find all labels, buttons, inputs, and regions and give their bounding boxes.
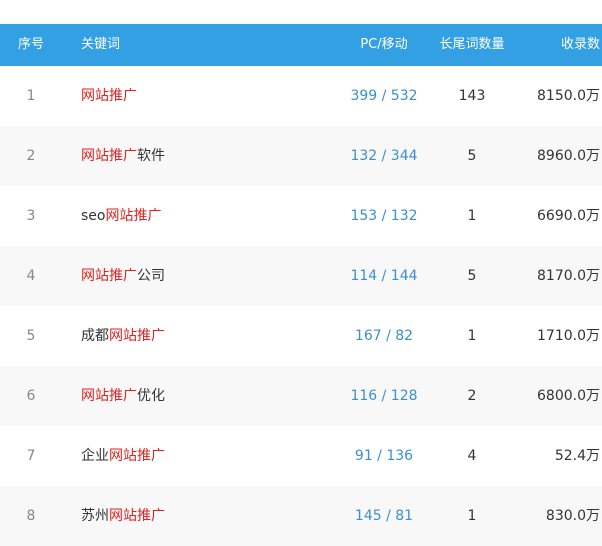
keyword-link[interactable]: 网站推广公司 — [81, 246, 331, 306]
table-row: 7 企业网站推广 91 / 136 4 52.4万 — [0, 426, 602, 486]
keyword-highlight: 网站推广 — [81, 268, 137, 284]
keyword-link[interactable]: 企业网站推广 — [81, 426, 331, 486]
pc-mobile-link[interactable]: 116 / 128 — [338, 366, 430, 426]
keyword-highlight: 网站推广 — [105, 208, 162, 224]
longtail-count: 2 — [467, 388, 477, 404]
table-row: 6 网站推广优化 116 / 128 2 6800.0万 — [0, 366, 602, 426]
longtail-count: 4 — [467, 448, 477, 464]
pc-mobile-link[interactable]: 132 / 344 — [338, 126, 430, 186]
row-index: 2 — [26, 148, 36, 164]
header-keyword: 关键词 — [81, 37, 121, 52]
indexed-count: 830.0万 — [545, 508, 600, 524]
keyword-prefix: 企业 — [81, 448, 109, 464]
keyword-suffix: 优化 — [137, 388, 165, 404]
indexed-count: 8960.0万 — [537, 148, 600, 164]
row-index: 4 — [26, 268, 36, 284]
row-index: 1 — [26, 88, 36, 104]
indexed-count: 8170.0万 — [537, 268, 600, 284]
header-indexed-count: 收录数 — [560, 37, 600, 52]
longtail-count: 1 — [467, 208, 477, 224]
table-row: 4 网站推广公司 114 / 144 5 8170.0万 — [0, 246, 602, 306]
table-header: 序号 关键词 PC/移动 长尾词数量 收录数 — [0, 24, 602, 66]
indexed-count: 52.4万 — [554, 448, 600, 464]
pc-mobile-link[interactable]: 114 / 144 — [338, 246, 430, 306]
longtail-count: 143 — [458, 88, 486, 104]
keyword-link[interactable]: 网站推广 — [81, 66, 331, 126]
keyword-highlight: 网站推广 — [109, 448, 165, 464]
table-row: 5 成都网站推广 167 / 82 1 1710.0万 — [0, 306, 602, 366]
header-pc-mobile: PC/移动 — [360, 37, 408, 52]
row-index: 7 — [26, 448, 36, 464]
row-index: 5 — [26, 328, 36, 344]
longtail-count: 5 — [467, 148, 477, 164]
keyword-highlight: 网站推广 — [109, 328, 165, 344]
row-index: 8 — [26, 508, 36, 524]
longtail-count: 1 — [467, 508, 477, 524]
table-row: 8 苏州网站推广 145 / 81 1 830.0万 — [0, 486, 602, 546]
keyword-highlight: 网站推广 — [81, 88, 137, 104]
pc-mobile-link[interactable]: 145 / 81 — [338, 486, 430, 546]
keyword-link[interactable]: 成都网站推广 — [81, 306, 331, 366]
keyword-suffix: 软件 — [137, 148, 165, 164]
indexed-count: 8150.0万 — [537, 88, 600, 104]
keyword-highlight: 网站推广 — [81, 388, 137, 404]
keyword-link[interactable]: seo网站推广 — [81, 186, 331, 246]
pc-mobile-link[interactable]: 167 / 82 — [338, 306, 430, 366]
table-body: 1 网站推广 399 / 532 143 8150.0万 2 网站推广软件 13… — [0, 66, 602, 546]
pc-mobile-link[interactable]: 153 / 132 — [338, 186, 430, 246]
header-longtail-count: 长尾词数量 — [439, 37, 505, 52]
table-row: 1 网站推广 399 / 532 143 8150.0万 — [0, 66, 602, 126]
table-row: 3 seo网站推广 153 / 132 1 6690.0万 — [0, 186, 602, 246]
keyword-prefix: seo — [81, 208, 106, 224]
pc-mobile-link[interactable]: 399 / 532 — [338, 66, 430, 126]
keyword-suffix: 公司 — [137, 268, 165, 284]
row-index: 3 — [26, 208, 36, 224]
indexed-count: 6690.0万 — [537, 208, 600, 224]
longtail-count: 1 — [467, 328, 477, 344]
indexed-count: 6800.0万 — [537, 388, 600, 404]
indexed-count: 1710.0万 — [537, 328, 600, 344]
keyword-link[interactable]: 苏州网站推广 — [81, 486, 331, 546]
keyword-prefix: 成都 — [81, 328, 109, 344]
header-index: 序号 — [17, 37, 44, 52]
keyword-highlight: 网站推广 — [81, 148, 137, 164]
table-row: 2 网站推广软件 132 / 344 5 8960.0万 — [0, 126, 602, 186]
longtail-count: 5 — [467, 268, 477, 284]
keyword-prefix: 苏州 — [81, 508, 109, 524]
keyword-link[interactable]: 网站推广优化 — [81, 366, 331, 426]
keyword-highlight: 网站推广 — [109, 508, 165, 524]
row-index: 6 — [26, 388, 36, 404]
pc-mobile-link[interactable]: 91 / 136 — [338, 426, 430, 486]
keyword-link[interactable]: 网站推广软件 — [81, 126, 331, 186]
keyword-table: 序号 关键词 PC/移动 长尾词数量 收录数 1 网站推广 399 / 532 … — [0, 0, 602, 546]
